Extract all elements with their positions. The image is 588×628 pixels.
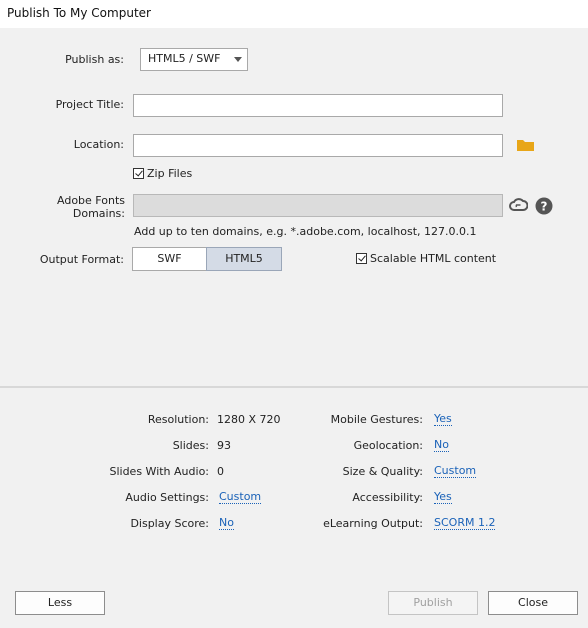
audio-settings-label: Audio Settings: (125, 491, 209, 504)
geolocation-link[interactable]: No (434, 439, 449, 452)
location-input[interactable] (133, 134, 503, 157)
chevron-down-icon (234, 57, 242, 62)
svg-text:?: ? (541, 200, 548, 214)
resolution-label: Resolution: (147, 413, 209, 426)
folder-icon[interactable] (517, 139, 535, 152)
elearning-output-link[interactable]: SCORM 1.2 (434, 517, 496, 530)
publish-as-value: HTML5 / SWF (148, 52, 221, 65)
zip-files-label: Zip Files (147, 167, 193, 180)
publish-as-label: Publish as: (65, 53, 124, 66)
project-title-input[interactable] (133, 94, 503, 117)
window-title: Publish To My Computer (7, 6, 151, 20)
accessibility-link[interactable]: Yes (434, 491, 452, 504)
less-button[interactable]: Less (15, 591, 105, 615)
elearning-output-label: eLearning Output: (323, 517, 423, 530)
display-score-label: Display Score: (130, 517, 209, 530)
close-button[interactable]: Close (488, 591, 578, 615)
section-divider (0, 386, 588, 388)
project-title-label: Project Title: (55, 98, 124, 111)
accessibility-label: Accessibility: (352, 491, 423, 504)
title-bar: Publish To My Computer (0, 0, 588, 28)
output-format-html5[interactable]: HTML5 (206, 247, 282, 271)
creative-cloud-icon[interactable] (509, 197, 528, 214)
zip-files-checkbox[interactable]: Zip Files (133, 167, 192, 180)
output-format-label: Output Format: (39, 253, 124, 266)
help-icon[interactable]: ? (535, 197, 553, 215)
mobile-gestures-label: Mobile Gestures: (330, 413, 423, 426)
fonts-domains-label: Adobe Fonts Domains: (57, 194, 125, 220)
scalable-html-check (356, 253, 367, 264)
fonts-domains-hint: Add up to ten domains, e.g. *.adobe.com,… (134, 225, 477, 238)
fonts-domains-input (133, 194, 503, 217)
geolocation-label: Geolocation: (353, 439, 423, 452)
output-format-swf[interactable]: SWF (132, 247, 207, 271)
size-quality-link[interactable]: Custom (434, 465, 477, 478)
mobile-gestures-link[interactable]: Yes (434, 413, 452, 426)
scalable-html-label: Scalable HTML content (370, 252, 497, 265)
publish-as-dropdown[interactable]: HTML5 / SWF (140, 48, 248, 71)
size-quality-label: Size & Quality: (342, 465, 423, 478)
publish-button[interactable]: Publish (388, 591, 478, 615)
slides-label: Slides: (172, 439, 209, 452)
zip-files-check (133, 168, 144, 179)
scalable-html-checkbox[interactable]: Scalable HTML content (356, 252, 496, 265)
slides-with-audio-label: Slides With Audio: (109, 465, 209, 478)
location-label: Location: (73, 138, 124, 151)
